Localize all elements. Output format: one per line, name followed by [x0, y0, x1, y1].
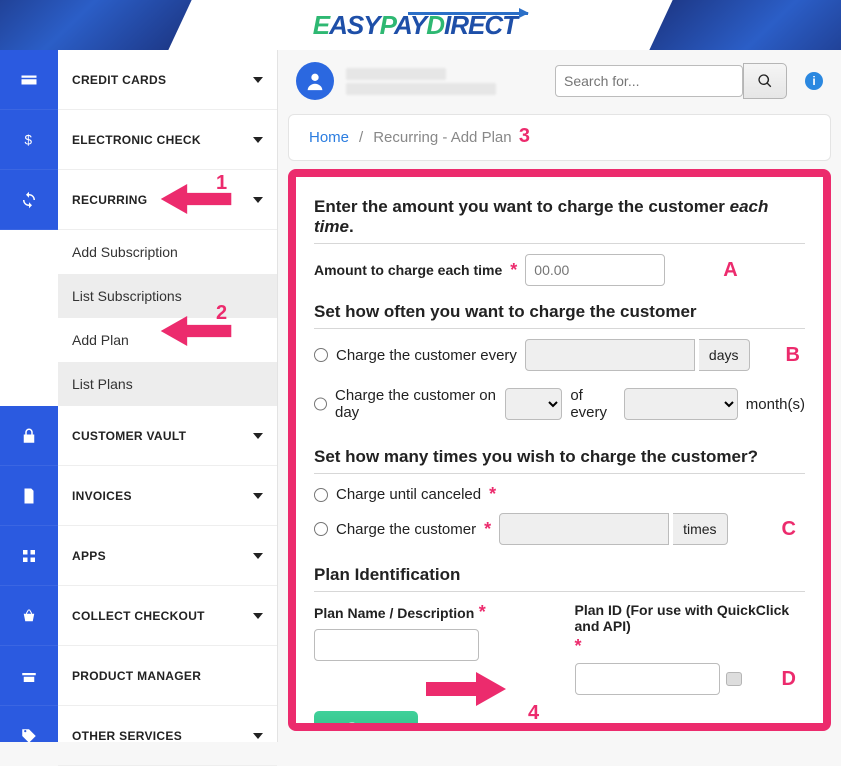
logo: EASYPAYDIRECT: [313, 10, 528, 41]
freq-every-input[interactable]: [525, 339, 695, 371]
sidebar-item-electronic-check[interactable]: ELECTRONIC CHECK: [58, 110, 277, 170]
annotation-4: 4: [528, 702, 539, 725]
sidebar-sub-add-plan[interactable]: Add Plan: [58, 318, 277, 362]
search-input[interactable]: [555, 65, 743, 97]
search-icon: [757, 73, 773, 89]
plan-name-label: Plan Name / Description: [314, 605, 474, 621]
sidebar-item-credit-cards[interactable]: CREDIT CARDS: [58, 50, 277, 110]
freq-every-label: Charge the customer every: [336, 347, 517, 364]
freq-month-select[interactable]: [624, 388, 738, 420]
sidebar-sub-list-plans[interactable]: List Plans: [58, 362, 277, 406]
top-banner: EASYPAYDIRECT: [0, 0, 841, 50]
svg-text:$: $: [25, 132, 33, 147]
form-card: Enter the amount you want to charge the …: [288, 169, 831, 731]
icon-rail: $: [0, 50, 58, 742]
required-icon: *: [484, 519, 491, 540]
count-cancel-label: Charge until canceled: [336, 486, 481, 503]
chevron-down-icon: [253, 613, 263, 619]
apps-icon[interactable]: [0, 526, 58, 586]
sidebar-item-other-services[interactable]: OTHER SERVICES: [58, 706, 277, 766]
plan-id-input[interactable]: [575, 663, 720, 695]
sidebar: CREDIT CARDS ELECTRONIC CHECK RECURRING …: [58, 50, 278, 742]
tag-icon[interactable]: [0, 706, 58, 766]
plan-id-label: Plan ID (For use with QuickClick and API…: [575, 602, 806, 634]
section2-title: Set how often you want to charge the cus…: [314, 302, 805, 322]
amount-input[interactable]: [525, 254, 665, 286]
lock-icon[interactable]: [0, 406, 58, 466]
annotation-b: B: [786, 344, 800, 367]
username-area: [346, 65, 543, 98]
freq-day-label-a: Charge the customer on day: [335, 387, 497, 421]
sidebar-item-apps[interactable]: APPS: [58, 526, 277, 586]
banner-deco-right: [649, 0, 841, 50]
topbar: i: [278, 50, 841, 108]
product-icon[interactable]: [0, 646, 58, 706]
annotation-d: D: [782, 668, 796, 691]
dollar-icon[interactable]: $: [0, 110, 58, 170]
freq-day-radio[interactable]: [314, 397, 327, 411]
chevron-down-icon: [253, 197, 263, 203]
section4-title: Plan Identification: [314, 565, 805, 585]
sidebar-sub-list-subscriptions[interactable]: List Subscriptions: [58, 274, 277, 318]
freq-every-radio[interactable]: [314, 348, 328, 362]
count-times-input[interactable]: [499, 513, 669, 545]
credit-card-icon[interactable]: [0, 50, 58, 110]
chevron-down-icon: [253, 733, 263, 739]
sidebar-item-recurring[interactable]: RECURRING: [58, 170, 277, 230]
sidebar-item-customer-vault[interactable]: CUSTOMER VAULT: [58, 406, 277, 466]
sidebar-sub-add-subscription[interactable]: Add Subscription: [58, 230, 277, 274]
basket-icon[interactable]: [0, 586, 58, 646]
times-suffix: times: [673, 513, 727, 545]
plan-name-input[interactable]: [314, 629, 479, 661]
count-times-label: Charge the customer: [336, 521, 476, 538]
section1-title: Enter the amount you want to charge the …: [314, 197, 805, 237]
save-button[interactable]: Save: [314, 711, 418, 731]
freq-day-select[interactable]: [505, 388, 562, 420]
breadcrumb-sep: /: [359, 129, 363, 146]
banner-deco-left: [0, 0, 192, 50]
count-cancel-radio[interactable]: [314, 488, 328, 502]
annotation-a: A: [723, 259, 737, 282]
logo-arrow-icon: [408, 12, 528, 15]
invoice-icon[interactable]: [0, 466, 58, 526]
chevron-down-icon: [253, 553, 263, 559]
chevron-down-icon: [253, 137, 263, 143]
days-suffix: days: [699, 339, 750, 371]
sidebar-item-collect-checkout[interactable]: COLLECT CHECKOUT: [58, 586, 277, 646]
chevron-down-icon: [253, 77, 263, 83]
search-button[interactable]: [743, 63, 787, 99]
chevron-down-icon: [253, 433, 263, 439]
rail-spacer: [0, 230, 58, 406]
count-times-radio[interactable]: [314, 522, 328, 536]
amount-label: Amount to charge each time: [314, 262, 502, 278]
freq-day-label-b: of every: [570, 387, 616, 421]
breadcrumb: Home / Recurring - Add Plan 3: [288, 114, 831, 161]
breadcrumb-home-link[interactable]: Home: [309, 129, 349, 146]
required-icon: *: [510, 260, 517, 281]
info-icon[interactable]: i: [805, 72, 823, 90]
recurring-icon[interactable]: [0, 170, 58, 230]
annotation-3: 3: [519, 125, 530, 148]
required-icon: *: [489, 484, 496, 505]
sidebar-item-invoices[interactable]: INVOICES: [58, 466, 277, 526]
avatar[interactable]: [296, 62, 334, 100]
chevron-down-icon: [253, 493, 263, 499]
sidebar-item-product-manager[interactable]: PRODUCT MANAGER: [58, 646, 277, 706]
section3-title: Set how many times you wish to charge th…: [314, 447, 805, 467]
required-icon: *: [575, 636, 582, 656]
keyboard-icon: [726, 672, 742, 686]
months-suffix: month(s): [746, 396, 805, 413]
breadcrumb-current: Recurring - Add Plan: [373, 129, 511, 146]
required-icon: *: [479, 602, 486, 622]
annotation-c: C: [782, 518, 796, 541]
